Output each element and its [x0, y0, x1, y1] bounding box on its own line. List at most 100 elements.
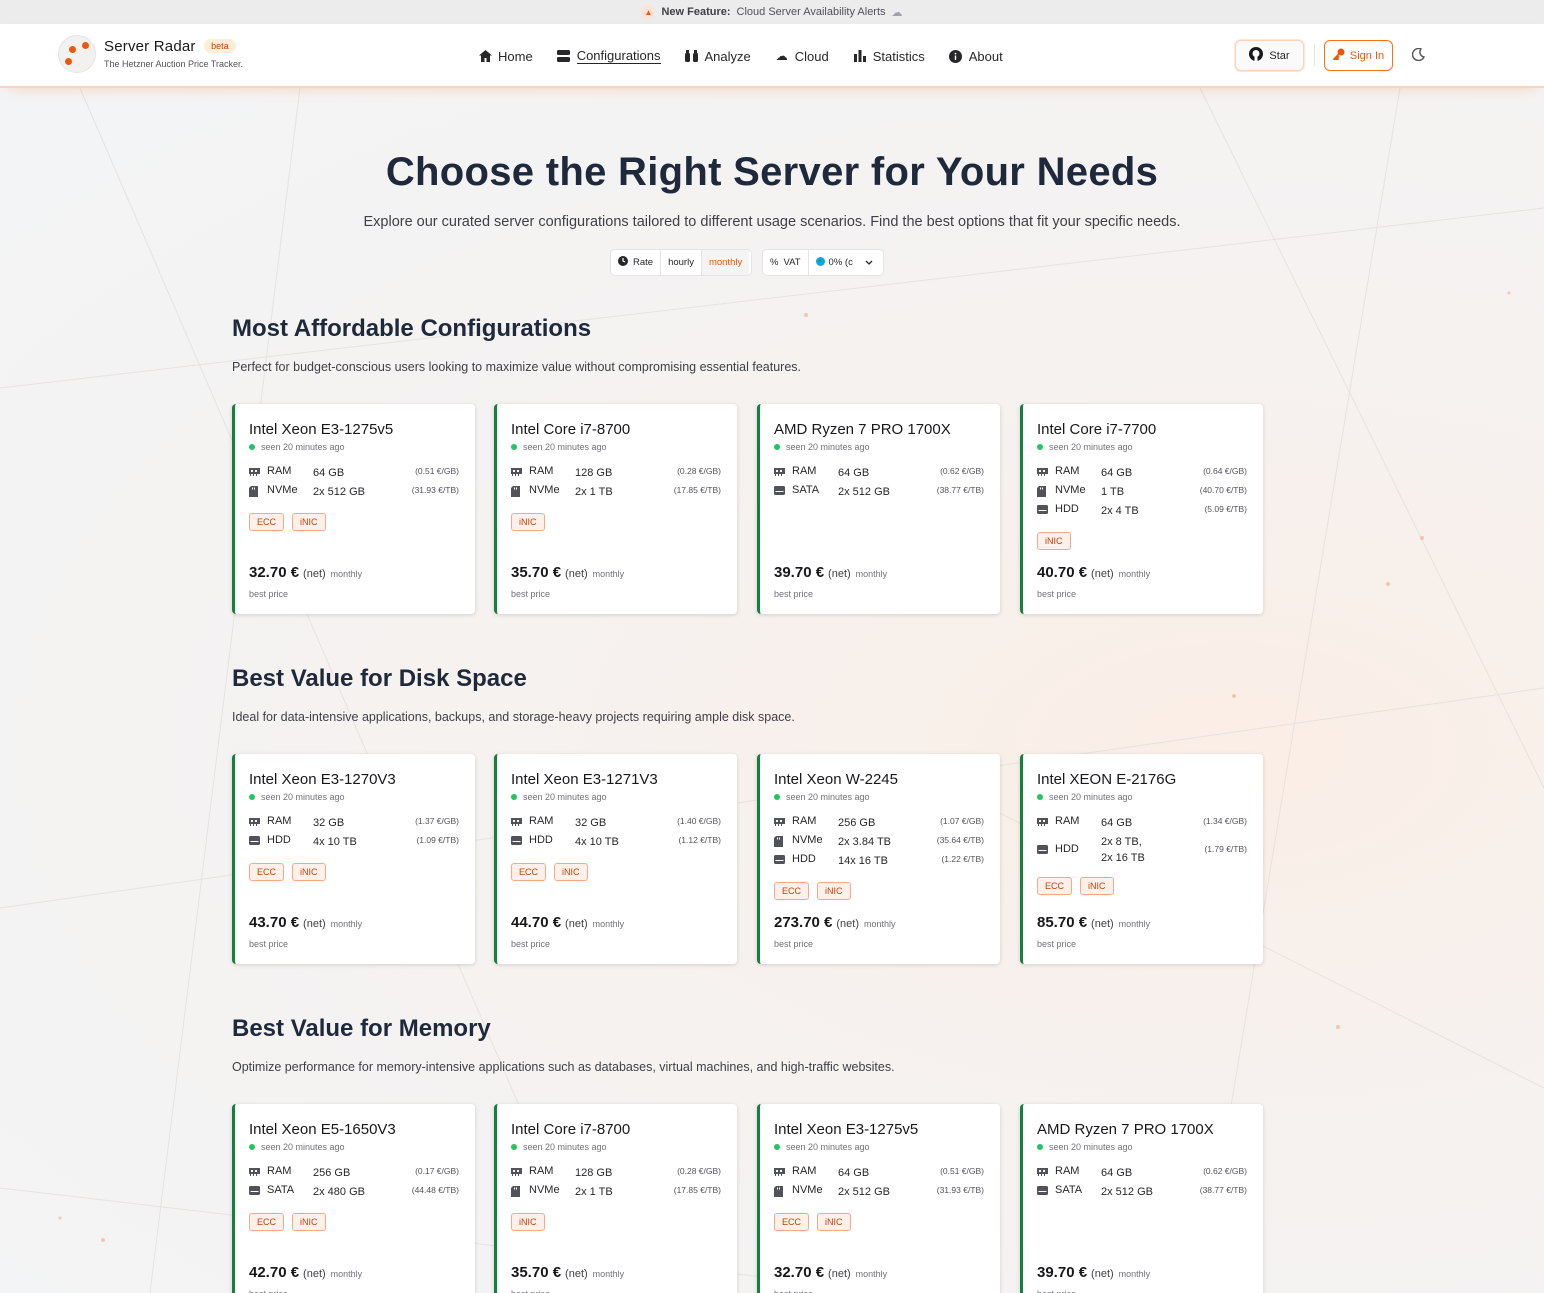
server-card[interactable]: Intel Core i7-8700 seen 20 minutes ago RAM…	[494, 1104, 737, 1293]
spec-value: 32 GB	[313, 817, 345, 829]
server-card[interactable]: AMD Ryzen 7 PRO 1700X seen 20 minutes ago…	[1020, 1104, 1263, 1293]
server-name: AMD Ryzen 7 PRO 1700X	[774, 421, 951, 438]
section-description: Optimize performance for memory-intensiv…	[232, 1060, 895, 1074]
online-dot-icon	[1037, 1144, 1043, 1150]
price: 44.70 € (net) monthly	[511, 914, 625, 931]
spec-row: SATA 2x 512 GB (38.77 €/TB)	[1037, 1184, 1247, 1200]
spec-type: RAM	[267, 1165, 292, 1177]
spec-type: RAM	[529, 815, 554, 827]
spec-unit-price: (17.85 €/TB)	[673, 1185, 721, 1195]
rate-switch: Rate hourly monthly	[610, 249, 752, 276]
home-icon	[478, 49, 492, 63]
vat-selector: % VAT 0% (c	[762, 249, 884, 276]
online-dot-icon	[511, 794, 517, 800]
online-dot-icon	[249, 444, 255, 450]
seen-status: seen 20 minutes ago	[511, 1142, 607, 1152]
spec-value: 2x 1 TB	[575, 1186, 613, 1198]
page-subtitle: Explore our curated server configuration…	[363, 214, 1181, 230]
feature-badges: ECC iNIC	[249, 863, 326, 881]
spec-type: SATA	[792, 484, 820, 496]
vat-dropdown[interactable]: 0% (c	[809, 250, 880, 275]
feature-badge: iNIC	[1037, 532, 1071, 550]
period-label: monthly	[1118, 569, 1151, 579]
server-name: Intel Xeon E3-1271V3	[511, 771, 658, 788]
server-card[interactable]: Intel Core i7-8700 seen 20 minutes ago RAM…	[494, 404, 737, 614]
spec-type: RAM	[529, 465, 554, 477]
spec-row: RAM 64 GB (0.62 €/GB)	[774, 465, 984, 481]
feature-badge: iNIC	[292, 513, 326, 531]
beta-badge: beta	[204, 39, 236, 53]
brand-name[interactable]: Server Radar	[104, 38, 196, 55]
server-card[interactable]: Intel Xeon W-2245 seen 20 minutes ago RAM 2…	[757, 754, 1000, 964]
online-dot-icon	[774, 1144, 780, 1150]
sd-card-icon	[774, 1186, 785, 1197]
main-nav: Home Configurations Analyze ☁ Cloud Stat…	[478, 46, 1003, 66]
memory-icon	[511, 1167, 522, 1176]
spec-unit-price: (0.51 €/GB)	[415, 466, 459, 476]
spec-unit-price: (1.09 €/TB)	[416, 835, 459, 845]
server-card[interactable]: AMD Ryzen 7 PRO 1700X seen 20 minutes ago…	[757, 404, 1000, 614]
spec-type: NVMe	[792, 1184, 823, 1196]
server-card[interactable]: Intel Xeon E3-1270V3 seen 20 minutes ago R…	[232, 754, 475, 964]
spec-row: RAM 128 GB (0.28 €/GB)	[511, 465, 721, 481]
feature-badge: iNIC	[511, 1213, 545, 1231]
rate-monthly[interactable]: monthly	[701, 250, 750, 275]
period-label: monthly	[592, 1269, 625, 1279]
feature-badge: iNIC	[511, 513, 545, 531]
spec-type: NVMe	[267, 484, 298, 496]
github-star-button[interactable]: Star	[1235, 40, 1304, 71]
net-label: (net)	[303, 568, 326, 580]
feature-badges: ECC iNIC	[249, 1213, 326, 1231]
nav-home[interactable]: Home	[478, 46, 533, 66]
announcement-bar[interactable]: ▲ New Feature: Cloud Server Availability…	[0, 0, 1544, 24]
feature-badge: ECC	[774, 882, 810, 900]
server-card[interactable]: Intel Xeon E5-1650V3 seen 20 minutes ago R…	[232, 1104, 475, 1293]
feature-badge: ECC	[249, 863, 285, 881]
seen-status: seen 20 minutes ago	[511, 442, 607, 452]
spec-value: 64 GB	[1101, 1167, 1133, 1179]
server-card[interactable]: Intel Xeon E3-1271V3 seen 20 minutes ago R…	[494, 754, 737, 964]
spec-type: RAM	[792, 465, 817, 477]
price: 273.70 € (net) monthly	[774, 914, 896, 931]
spec-value: 2x 1 TB	[575, 486, 613, 498]
net-label: (net)	[836, 918, 860, 930]
seen-status: seen 20 minutes ago	[774, 1142, 870, 1152]
rate-hourly[interactable]: hourly	[661, 250, 702, 275]
vat-value: 0% (c	[828, 257, 853, 268]
price: 35.70 € (net) monthly	[511, 1264, 625, 1281]
star-label: Star	[1269, 49, 1290, 62]
net-label: (net)	[565, 918, 588, 930]
spec-unit-price: (1.37 €/GB)	[415, 816, 459, 826]
memory-icon	[511, 817, 522, 826]
theme-toggle[interactable]	[1406, 44, 1430, 68]
server-name: Intel Xeon E3-1270V3	[249, 771, 396, 788]
price: 85.70 € (net) monthly	[1037, 914, 1151, 931]
spec-unit-price: (0.28 €/GB)	[677, 1166, 721, 1176]
globe-icon	[815, 256, 825, 269]
server-name: AMD Ryzen 7 PRO 1700X	[1037, 1121, 1214, 1138]
server-card[interactable]: Intel Core i7-7700 seen 20 minutes ago RAM…	[1020, 404, 1263, 614]
spec-value: 64 GB	[838, 1167, 870, 1179]
spec-row: SATA 2x 512 GB (38.77 €/TB)	[774, 484, 984, 500]
server-card[interactable]: Intel Xeon E3-1275v5 seen 20 minutes ago R…	[232, 404, 475, 614]
nav-about[interactable]: About	[949, 46, 1003, 66]
spec-value: 14x 16 TB	[838, 855, 888, 867]
price: 43.70 € (net) monthly	[249, 914, 363, 931]
memory-icon	[511, 467, 522, 476]
nav-cloud[interactable]: ☁ Cloud	[775, 46, 829, 66]
online-dot-icon	[1037, 794, 1043, 800]
logo[interactable]	[58, 35, 96, 73]
server-card[interactable]: Intel Xeon E3-1275v5 seen 20 minutes ago R…	[757, 1104, 1000, 1293]
spec-value: 2x 512 GB	[1101, 1186, 1153, 1198]
section-title: Most Affordable Configurations	[232, 315, 592, 342]
price: 39.70 € (net) monthly	[774, 564, 888, 581]
spec-row: HDD 4x 10 TB (1.09 €/TB)	[249, 834, 459, 850]
cloud-icon: ☁	[891, 6, 903, 19]
section-title: Best Value for Memory	[232, 1015, 491, 1042]
seen-status: seen 20 minutes ago	[1037, 1142, 1133, 1152]
nav-statistics[interactable]: Statistics	[853, 46, 925, 66]
nav-configurations[interactable]: Configurations	[557, 46, 661, 66]
server-card[interactable]: Intel XEON E-2176G seen 20 minutes ago RAM…	[1020, 754, 1263, 964]
nav-analyze[interactable]: Analyze	[685, 46, 751, 66]
sign-in-button[interactable]: Sign In	[1324, 40, 1393, 71]
